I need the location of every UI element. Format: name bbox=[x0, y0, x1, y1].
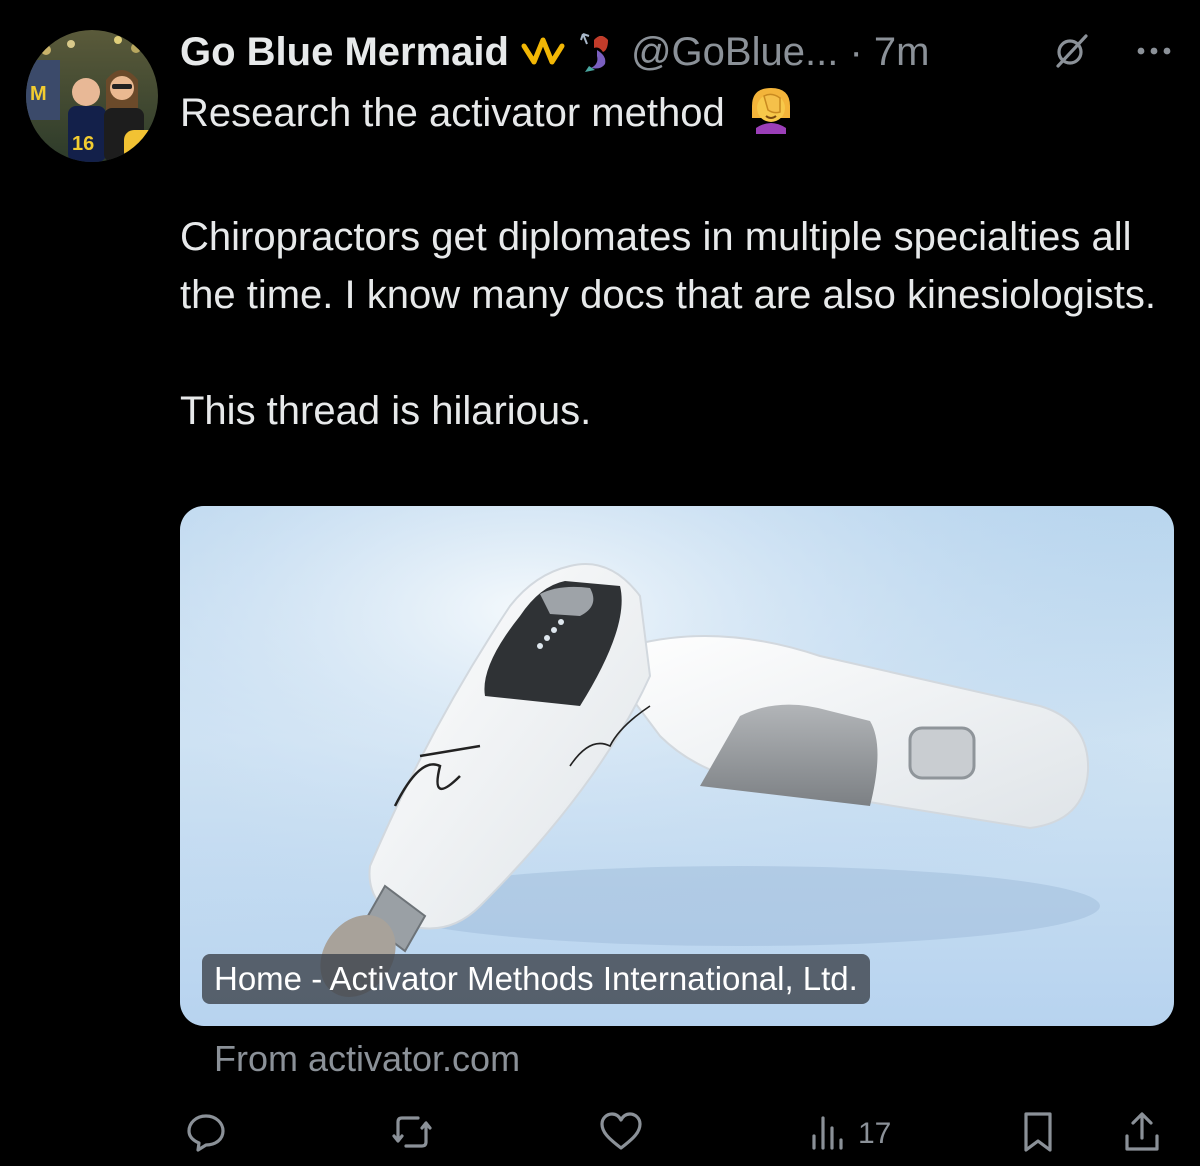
author-meta: @GoBlue... · 7m bbox=[631, 30, 930, 75]
author-handle[interactable]: @GoBlue... bbox=[631, 30, 838, 74]
tweet-text: Research the activator method Chiropract… bbox=[180, 84, 1180, 440]
post-time[interactable]: 7m bbox=[874, 30, 930, 74]
bookmark-icon bbox=[1018, 1110, 1058, 1159]
mermaid-icon bbox=[577, 30, 621, 74]
activator-device-image bbox=[180, 506, 1174, 1026]
tweet-line: This thread is hilarious. bbox=[180, 389, 592, 433]
views-button[interactable]: 17 bbox=[808, 1106, 891, 1162]
tweet-action-bar: 17 bbox=[180, 1106, 1170, 1162]
link-card[interactable]: Home - Activator Methods International, … bbox=[180, 506, 1174, 1026]
header-actions bbox=[1052, 30, 1172, 75]
tweet-line: Chiropractors get diplomates in multiple… bbox=[180, 215, 1157, 317]
reply-icon bbox=[184, 1110, 228, 1159]
share-button[interactable] bbox=[1122, 1106, 1162, 1162]
grok-icon[interactable] bbox=[1052, 30, 1092, 75]
svg-text:16: 16 bbox=[72, 133, 94, 155]
crown-icon bbox=[521, 32, 565, 72]
bookmark-button[interactable] bbox=[1018, 1106, 1058, 1162]
time-separator: · bbox=[849, 29, 863, 74]
author-name[interactable]: Go Blue Mermaid bbox=[180, 30, 509, 75]
tweet-line: Research the activator method bbox=[180, 84, 1180, 150]
author-avatar[interactable]: M 16 bbox=[26, 30, 158, 162]
reply-button[interactable] bbox=[184, 1106, 228, 1162]
like-button[interactable] bbox=[598, 1106, 644, 1162]
card-source[interactable]: From activator.com bbox=[214, 1038, 520, 1080]
heart-icon bbox=[598, 1110, 644, 1159]
svg-text:M: M bbox=[30, 83, 47, 105]
repost-icon bbox=[388, 1110, 436, 1159]
tweet-header: Go Blue Mermaid @GoBlue... · 7m bbox=[180, 26, 1172, 78]
share-icon bbox=[1122, 1110, 1162, 1159]
views-count: 17 bbox=[858, 1117, 892, 1150]
repost-button[interactable] bbox=[388, 1106, 436, 1162]
views-chart-icon bbox=[808, 1110, 848, 1159]
face-palm-emoji-icon bbox=[746, 84, 796, 150]
card-title: Home - Activator Methods International, … bbox=[202, 954, 870, 1004]
more-options-icon[interactable] bbox=[1136, 44, 1172, 62]
